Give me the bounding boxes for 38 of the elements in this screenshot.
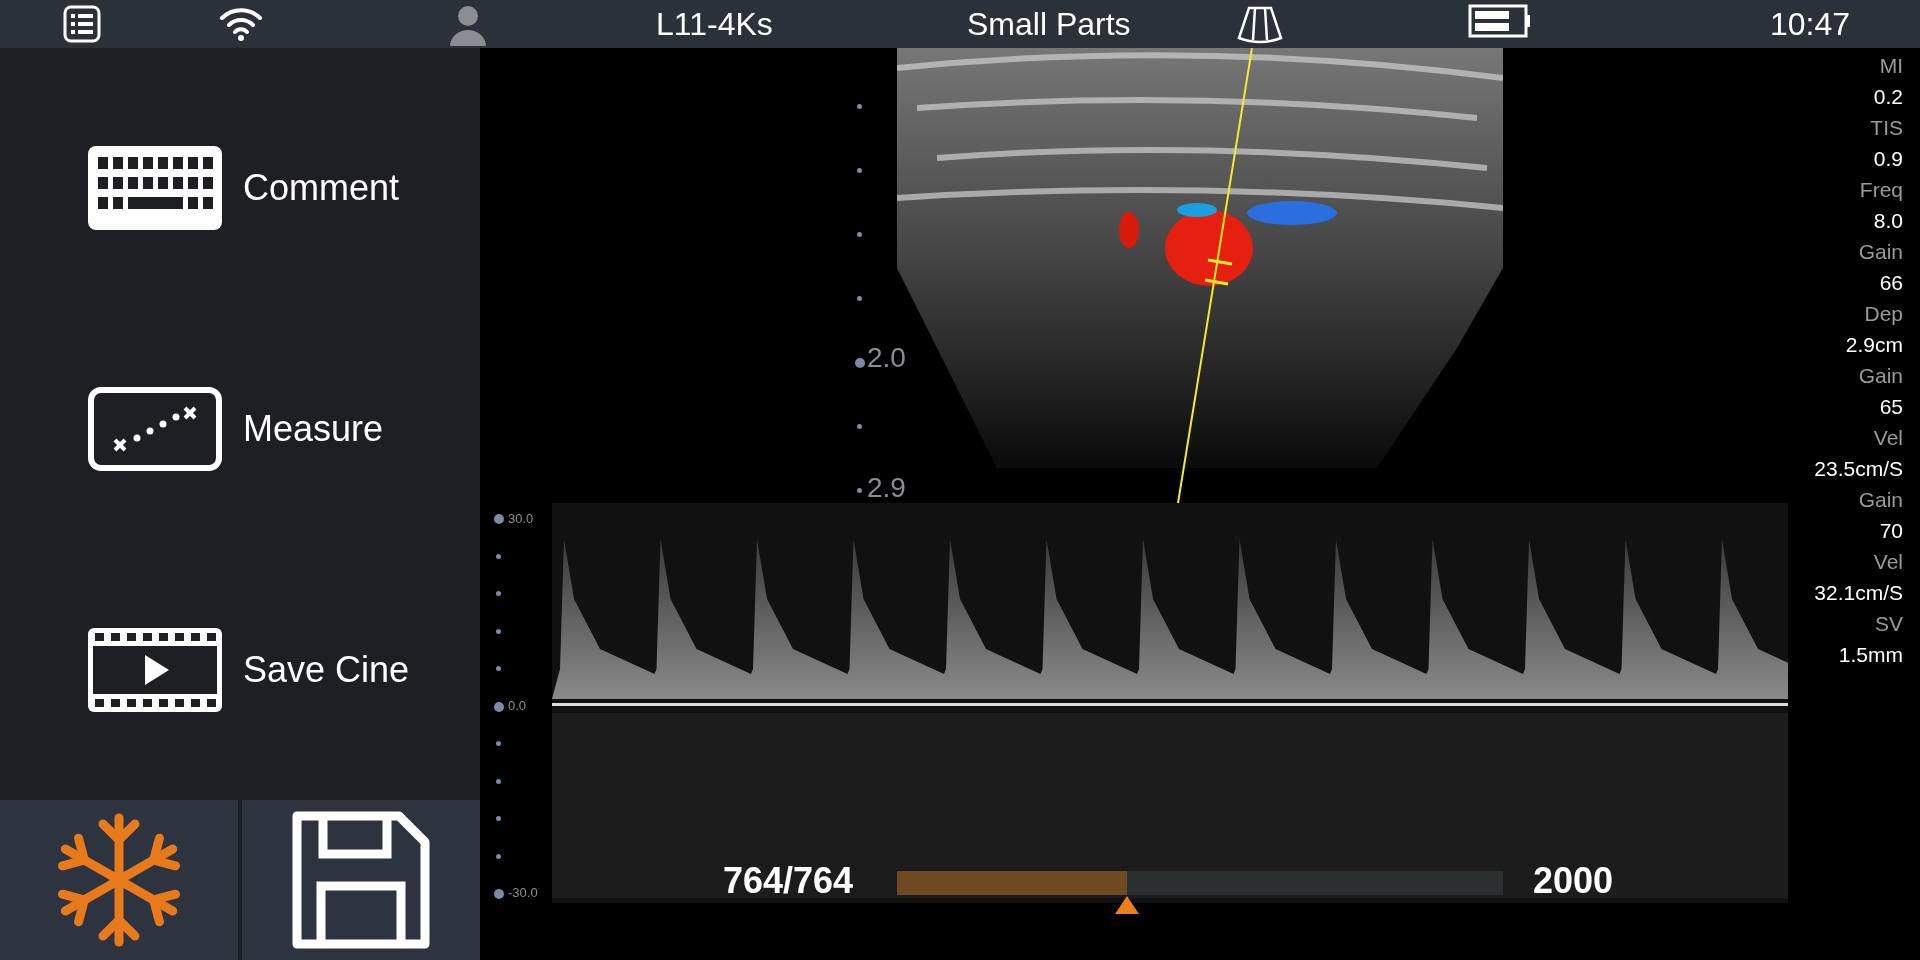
measure-icon [85, 384, 225, 474]
scale-dot [494, 701, 504, 712]
scale-dot [496, 591, 501, 596]
battery-icon [1468, 4, 1532, 38]
scale-dot [496, 853, 501, 859]
scale-dot [496, 778, 501, 784]
list-icon[interactable] [62, 4, 102, 44]
scale-dot [855, 358, 865, 368]
depth-label: 2.9 [867, 472, 906, 504]
person-icon [448, 4, 488, 46]
save-button[interactable] [242, 800, 480, 960]
clock: 10:47 [1770, 6, 1851, 43]
scale-dot [496, 741, 501, 746]
freeze-button[interactable] [0, 800, 238, 960]
velocity-label: -30.0 [508, 885, 538, 900]
probe-icon [1235, 4, 1285, 44]
scale-dot [496, 628, 501, 634]
scale-dot [494, 514, 504, 524]
action-button[interactable]: Comment [85, 143, 400, 234]
scale-dot [857, 232, 862, 237]
scale-dot [857, 104, 862, 109]
scale-dot [496, 553, 501, 559]
scale-dot [496, 816, 501, 821]
scale-dot [857, 488, 862, 493]
probe-name: L11-4Ks [656, 6, 773, 43]
scale-dot [494, 889, 504, 899]
action-button[interactable]: Save Cine [85, 624, 410, 715]
frame-counter: 764/764 [723, 860, 854, 902]
scale-dot [496, 666, 501, 671]
velocity-label: 30.0 [508, 511, 534, 526]
scale-dot [857, 424, 862, 429]
scale-dot [857, 296, 862, 301]
depth-label: 2.0 [867, 342, 906, 374]
velocity-label: 0.0 [508, 698, 527, 713]
action-button[interactable]: Measure [85, 384, 384, 474]
frame-total: 2000 [1533, 860, 1614, 902]
scale-dot [857, 168, 862, 173]
preset-name: Small Parts [967, 6, 1131, 43]
